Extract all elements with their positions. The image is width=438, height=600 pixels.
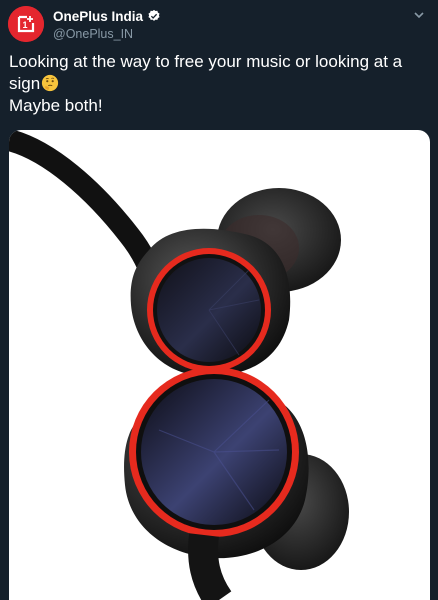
lower-cable-stem: [188, 533, 232, 600]
tweet-line-2: sign: [9, 73, 427, 95]
tweet-line-2-text: sign: [9, 74, 41, 93]
avatar-logo-text: 1: [23, 20, 28, 30]
tweet-media-photo[interactable]: [9, 130, 430, 600]
tweet-line-1: Looking at the way to free your music or…: [9, 52, 403, 71]
user-handle[interactable]: @OnePlus_IN: [53, 27, 161, 41]
avatar[interactable]: 1: [8, 6, 44, 42]
tweet-line-3: Maybe both!: [9, 96, 103, 115]
oneplus-logo-icon: 1: [8, 6, 44, 42]
thinking-face-emoji-icon: [42, 74, 59, 92]
verified-badge-icon: [148, 9, 160, 21]
chevron-down-icon[interactable]: [412, 8, 426, 22]
tweet-header: 1 OnePlus India @OnePlus_IN: [8, 6, 428, 42]
display-name[interactable]: OnePlus India: [53, 9, 143, 24]
tweet-text: Looking at the way to free your music or…: [9, 51, 427, 117]
user-names: OnePlus India @OnePlus_IN: [53, 8, 161, 41]
earphones-photo: [9, 130, 349, 600]
